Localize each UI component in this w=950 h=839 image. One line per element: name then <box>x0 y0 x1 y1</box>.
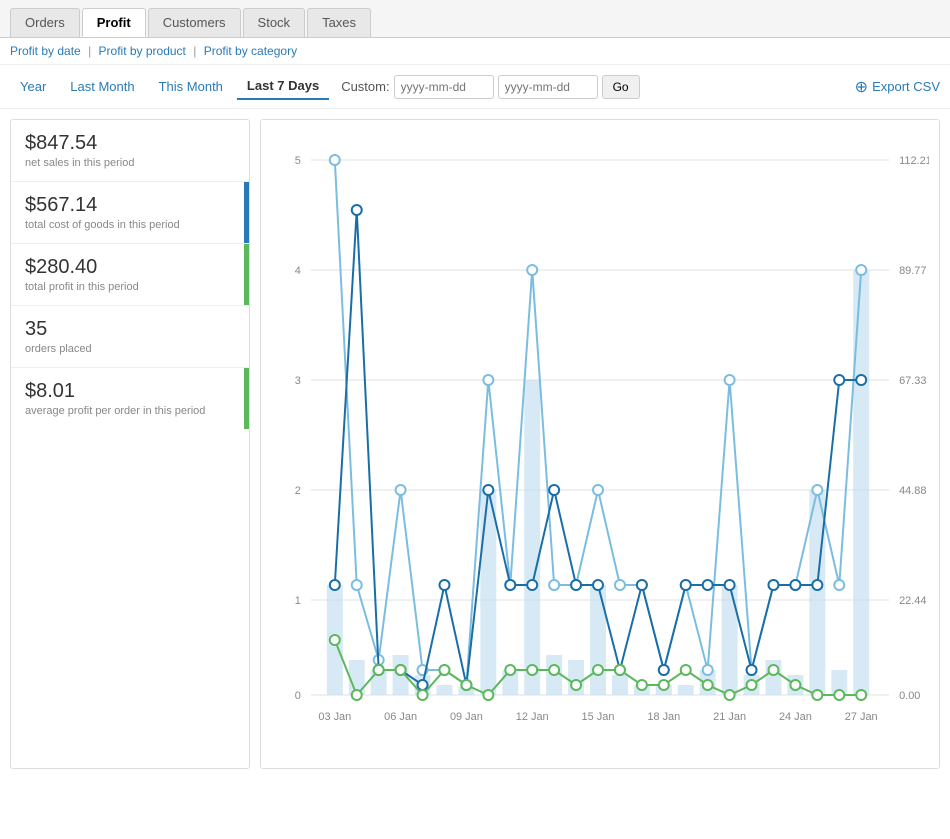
stat-label-net-sales: net sales in this period <box>25 157 235 169</box>
stat-value-avg-profit: $8.01 <box>25 380 235 403</box>
filter-last-month[interactable]: Last Month <box>60 74 144 99</box>
export-icon: ⊕ <box>855 77 868 97</box>
stat-bar-avg-profit <box>244 368 249 429</box>
stat-value-cost-goods: $567.14 <box>25 194 235 217</box>
stat-total-profit: $280.40 total profit in this period <box>11 244 249 306</box>
stat-label-cost-goods: total cost of goods in this period <box>25 219 235 231</box>
svg-text:89.77: 89.77 <box>899 265 926 277</box>
svg-text:0: 0 <box>295 690 301 702</box>
export-csv-button[interactable]: ⊕ Export CSV <box>855 77 940 97</box>
svg-text:27 Jan: 27 Jan <box>845 711 878 723</box>
svg-text:1: 1 <box>295 595 301 607</box>
svg-text:15 Jan: 15 Jan <box>582 711 615 723</box>
stat-bar-cost-goods <box>244 182 249 243</box>
stat-label-avg-profit: average profit per order in this period <box>25 405 235 417</box>
custom-date-end[interactable] <box>498 75 598 99</box>
stat-value-orders: 35 <box>25 318 235 341</box>
svg-text:0.00: 0.00 <box>899 690 920 702</box>
profit-chart: 5 4 3 2 1 0 112.21 89.77 67.33 44.88 22.… <box>271 130 929 750</box>
stat-label-orders: orders placed <box>25 343 235 355</box>
svg-text:112.21: 112.21 <box>899 155 929 167</box>
stat-value-total-profit: $280.40 <box>25 256 235 279</box>
filter-year[interactable]: Year <box>10 74 56 99</box>
tab-customers[interactable]: Customers <box>148 8 241 37</box>
app-container: Orders Profit Customers Stock Taxes Prof… <box>0 0 950 779</box>
breadcrumb: Profit by date | Profit by product | Pro… <box>0 38 950 65</box>
svg-text:06 Jan: 06 Jan <box>384 711 417 723</box>
svg-text:5: 5 <box>295 155 301 167</box>
svg-text:18 Jan: 18 Jan <box>647 711 680 723</box>
svg-text:22.44: 22.44 <box>899 595 926 607</box>
svg-text:2: 2 <box>295 485 301 497</box>
breadcrumb-profit-by-date[interactable]: Profit by date <box>10 44 81 58</box>
stat-value-net-sales: $847.54 <box>25 132 235 155</box>
filter-last-7-days[interactable]: Last 7 Days <box>237 73 329 100</box>
svg-text:12 Jan: 12 Jan <box>516 711 549 723</box>
breadcrumb-sep2: | <box>193 44 199 58</box>
stat-orders: 35 orders placed <box>11 306 249 368</box>
go-button[interactable]: Go <box>602 75 640 99</box>
breadcrumb-sep1: | <box>88 44 94 58</box>
custom-label: Custom: <box>341 79 389 94</box>
tab-stock[interactable]: Stock <box>243 8 306 37</box>
svg-text:67.33: 67.33 <box>899 375 926 387</box>
svg-text:44.88: 44.88 <box>899 485 926 497</box>
stat-label-total-profit: total profit in this period <box>25 281 235 293</box>
export-label: Export CSV <box>872 79 940 94</box>
stats-panel: $847.54 net sales in this period $567.14… <box>10 119 250 769</box>
breadcrumb-profit-by-category[interactable]: Profit by category <box>204 44 297 58</box>
svg-text:24 Jan: 24 Jan <box>779 711 812 723</box>
chart-area: 5 4 3 2 1 0 112.21 89.77 67.33 44.88 22.… <box>260 119 940 769</box>
stat-avg-profit: $8.01 average profit per order in this p… <box>11 368 249 429</box>
svg-text:4: 4 <box>295 265 301 277</box>
svg-text:21 Jan: 21 Jan <box>713 711 746 723</box>
stat-cost-goods: $567.14 total cost of goods in this peri… <box>11 182 249 244</box>
tab-profit[interactable]: Profit <box>82 8 146 37</box>
tab-taxes[interactable]: Taxes <box>307 8 371 37</box>
svg-text:03 Jan: 03 Jan <box>318 711 351 723</box>
filter-bar: Year Last Month This Month Last 7 Days C… <box>0 65 950 109</box>
stat-bar-total-profit <box>244 244 249 305</box>
filter-this-month[interactable]: This Month <box>149 74 233 99</box>
svg-text:3: 3 <box>295 375 301 387</box>
breadcrumb-profit-by-product[interactable]: Profit by product <box>99 44 186 58</box>
svg-text:09 Jan: 09 Jan <box>450 711 483 723</box>
stat-net-sales: $847.54 net sales in this period <box>11 120 249 182</box>
main-content: $847.54 net sales in this period $567.14… <box>0 109 950 779</box>
tab-orders[interactable]: Orders <box>10 8 80 37</box>
top-tabs: Orders Profit Customers Stock Taxes <box>0 0 950 38</box>
custom-date-start[interactable] <box>394 75 494 99</box>
